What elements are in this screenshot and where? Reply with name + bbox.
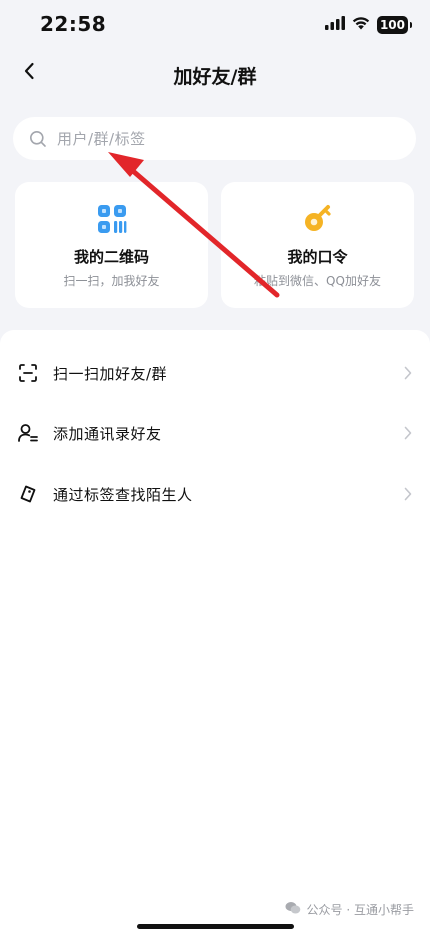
- card-title: 我的二维码: [73, 248, 149, 266]
- battery-icon: 100: [376, 15, 413, 34]
- my-qr-code-card[interactable]: 我的二维码 扫一扫，加我好友: [15, 182, 208, 308]
- list-item-tag-search[interactable]: 通过标签查找陌生人: [0, 464, 430, 524]
- chevron-right-icon: [404, 366, 414, 380]
- list-item-label: 扫一扫加好友/群: [53, 364, 168, 383]
- qr-code-icon: [97, 204, 127, 234]
- chevron-right-icon: [404, 487, 414, 501]
- watermark: 公众号 · 互通小帮手: [285, 901, 414, 918]
- tag-icon: [18, 484, 38, 504]
- list-item-contacts[interactable]: 添加通讯录好友: [0, 403, 430, 463]
- search-icon: [29, 130, 47, 148]
- wechat-icon: [285, 901, 301, 918]
- list-item-scan[interactable]: 扫一扫加好友/群: [0, 343, 430, 403]
- chevron-right-icon: [404, 426, 414, 440]
- card-subtitle: 扫一扫，加我好友: [63, 274, 160, 288]
- status-bar: 22:58 100: [0, 0, 430, 52]
- card-title: 我的口令: [287, 248, 348, 266]
- watermark-text: 公众号 · 互通小帮手: [306, 903, 414, 917]
- page-title: 加好友/群: [173, 66, 257, 88]
- card-subtitle: 粘贴到微信、QQ加好友: [254, 274, 381, 288]
- contacts-icon: [18, 423, 38, 443]
- key-icon: [303, 204, 333, 234]
- my-password-card[interactable]: 我的口令 粘贴到微信、QQ加好友: [221, 182, 414, 308]
- search-placeholder: 用户/群/标签: [57, 130, 146, 148]
- wifi-icon: [352, 15, 370, 34]
- options-list: 扫一扫加好友/群 添加通讯录好友 通过标签查找陌生人: [0, 330, 430, 936]
- status-icons: 100: [324, 15, 413, 34]
- list-item-label: 通过标签查找陌生人: [53, 485, 193, 504]
- home-indicator[interactable]: [137, 924, 294, 929]
- list-item-label: 添加通讯录好友: [53, 424, 162, 443]
- search-input[interactable]: 用户/群/标签: [13, 117, 416, 160]
- status-time: 22:58: [40, 12, 107, 36]
- signal-icon: [324, 15, 345, 34]
- nav-bar: 加好友/群: [0, 52, 430, 96]
- scan-icon: [18, 363, 38, 383]
